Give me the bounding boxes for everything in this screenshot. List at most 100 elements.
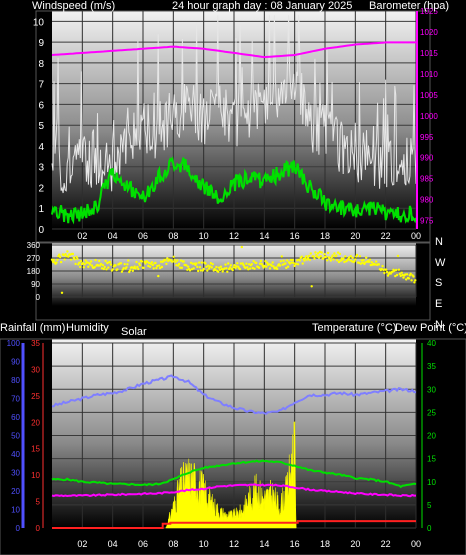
wind-direction-point — [309, 252, 312, 255]
time-tick-label-temp: 10 — [199, 539, 209, 549]
wind-direction-point — [67, 255, 70, 258]
wind-direction-point — [225, 267, 228, 270]
wind-direction-point — [253, 267, 256, 270]
wind-direction-point — [206, 269, 209, 272]
wind-direction-point — [215, 265, 218, 269]
temperature-tick-label: 35 — [427, 362, 436, 371]
wind-direction-point — [109, 263, 113, 266]
wind-direction-point — [63, 258, 66, 261]
wind-direction-point — [351, 256, 354, 259]
windspeed-tick-label: 8 — [38, 59, 44, 70]
time-tick-label-temp: 06 — [138, 539, 148, 549]
time-tick-label-wind: 00 — [411, 231, 421, 241]
windspeed-tick-label: 4 — [38, 142, 44, 153]
wind-direction-point — [402, 276, 405, 279]
temperature-tick-label: 25 — [427, 408, 436, 417]
wind-direction-point — [142, 266, 145, 270]
wind-direction-point — [58, 253, 61, 256]
wind-direction-point — [136, 265, 139, 269]
direction-tick-label: 0 — [36, 293, 41, 302]
wind-direction-point — [313, 257, 316, 260]
wind-direction-point — [413, 281, 416, 284]
wind-direction-point — [98, 259, 101, 263]
barometer-axis-title: Barometer (hpa) — [369, 0, 449, 12]
wind-direction-point — [180, 266, 184, 269]
wind-direction-point — [82, 266, 86, 269]
time-tick-label-wind: 20 — [350, 231, 360, 241]
wind-direction-point — [312, 255, 315, 258]
wind-direction-point — [231, 268, 234, 272]
wind-direction-point — [395, 268, 398, 272]
wind-direction-point — [298, 259, 302, 262]
time-tick-label-wind: 10 — [199, 231, 209, 241]
solar-title: Solar — [121, 326, 147, 338]
wind-direction-point — [111, 268, 115, 271]
wind-direction-point — [365, 256, 368, 259]
wind-direction-point — [314, 251, 317, 254]
humidity-tick-label: 60 — [11, 413, 20, 422]
wind-direction-point — [177, 262, 181, 266]
humidity-tick-label: 50 — [11, 432, 20, 441]
time-tick-label-temp: 18 — [320, 539, 330, 549]
temperature-axis-title: Temperature (°C) — [312, 322, 396, 334]
wind-direction-point — [305, 255, 308, 258]
time-tick-label-temp: 04 — [108, 539, 118, 549]
wind-direction-point — [368, 258, 372, 261]
wind-direction-point — [71, 252, 75, 256]
wind-direction-point — [397, 268, 401, 271]
barometer-tick-label: 1010 — [420, 70, 438, 79]
wind-direction-point — [255, 261, 258, 265]
wind-direction-point — [325, 255, 328, 258]
wind-direction-point — [246, 266, 249, 269]
barometer-tick-label: 980 — [420, 196, 434, 205]
wind-direction-point — [301, 262, 304, 265]
wind-direction-point — [192, 267, 195, 270]
wind-direction-point — [381, 264, 384, 268]
wind-direction-point — [329, 259, 332, 262]
wind-direction-point — [332, 258, 335, 261]
wind-direction-point — [326, 251, 330, 255]
time-tick-label-temp: 14 — [259, 539, 269, 549]
rainfall-tick-label: 10 — [31, 471, 40, 480]
time-tick-label-wind: 06 — [138, 231, 148, 241]
windspeed-tick-label: 7 — [38, 80, 44, 91]
time-tick-label-temp: 08 — [168, 539, 178, 549]
wind-direction-point — [197, 261, 201, 264]
wind-direction-point — [152, 267, 155, 270]
wind-direction-point — [158, 264, 161, 267]
time-tick-label-temp: 20 — [350, 539, 360, 549]
wind-direction-point — [291, 258, 294, 262]
wind-direction-point — [226, 270, 229, 273]
wind-direction-point — [107, 266, 110, 269]
wind-direction-point — [56, 258, 59, 261]
weather-graph-canvas: 0123456789109759809859909951000100510101… — [0, 0, 466, 555]
time-tick-label-wind: 16 — [290, 231, 300, 241]
wind-direction-point — [224, 263, 227, 266]
wind-direction-point — [264, 260, 267, 263]
barometer-tick-label: 990 — [420, 154, 434, 163]
wind-direction-point — [151, 263, 154, 267]
wind-direction-point — [278, 264, 282, 267]
wind-direction-point — [245, 262, 248, 265]
wind-direction-point — [207, 267, 211, 270]
wind-direction-point — [172, 255, 175, 258]
windspeed-tick-label: 6 — [38, 100, 44, 111]
wind-direction-point — [300, 255, 303, 258]
wind-direction-point — [187, 265, 190, 268]
wind-direction-point — [105, 268, 108, 271]
humidity-tick-label: 0 — [16, 524, 21, 533]
wind-direction-point — [94, 258, 97, 262]
wind-direction-point — [126, 263, 129, 266]
wind-direction-point — [197, 269, 200, 273]
humidity-tick-label: 70 — [11, 395, 20, 404]
wind-direction-point — [119, 262, 123, 265]
wind-direction-point — [396, 254, 400, 258]
time-tick-label-temp: 22 — [381, 539, 391, 549]
windspeed-tick-label: 10 — [33, 17, 45, 28]
wind-direction-point — [59, 260, 63, 264]
wind-direction-point — [279, 260, 283, 263]
wind-direction-point — [271, 261, 274, 264]
rainfall-tick-label: 30 — [31, 365, 40, 374]
wind-direction-point — [338, 252, 342, 256]
direction-tick-label: 180 — [27, 267, 41, 276]
